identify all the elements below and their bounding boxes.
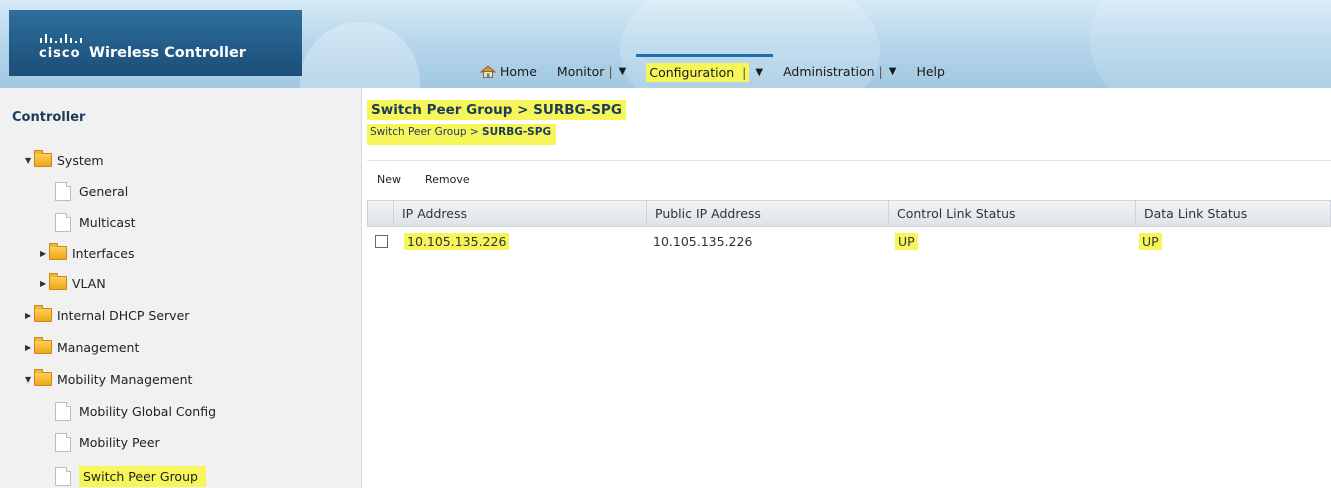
app-title: Wireless Controller xyxy=(89,45,246,61)
sidebar-item-label: Internal DHCP Server xyxy=(57,307,190,323)
grid-toolbar: New Remove xyxy=(367,160,1331,197)
table-row[interactable]: 10.105.135.226 10.105.135.226 UP UP xyxy=(367,230,1331,254)
row-select-checkbox[interactable] xyxy=(375,235,388,248)
sidebar-item-label: General xyxy=(79,183,129,199)
cisco-logo-icon xyxy=(40,27,82,43)
page-icon xyxy=(55,212,71,232)
page-title: Switch Peer Group > SURBG-SPG xyxy=(367,100,626,120)
brand-panel: cisco Wireless Controller xyxy=(9,10,302,76)
sidebar: Controller ▼ System General Multicast ▶ … xyxy=(0,88,362,488)
sidebar-item-label: System xyxy=(57,152,104,168)
nav-separator: | xyxy=(608,63,613,79)
page-icon xyxy=(55,466,71,486)
nav-monitor-label: Monitor xyxy=(556,63,605,79)
data-link-status-value: UP xyxy=(1139,233,1162,250)
nav-monitor[interactable]: Monitor | ▼ xyxy=(547,54,636,88)
sidebar-item-internal-dhcp-server[interactable]: ▶ Internal DHCP Server xyxy=(25,304,189,326)
header-decoration xyxy=(300,22,420,88)
control-link-status-value: UP xyxy=(895,233,918,250)
page-icon xyxy=(55,181,71,201)
nav-administration-label: Administration xyxy=(783,63,875,79)
folder-icon xyxy=(49,243,67,260)
collapsed-triangle-icon[interactable]: ▶ xyxy=(25,311,34,320)
home-icon xyxy=(480,64,496,78)
nav-administration[interactable]: Administration | ▼ xyxy=(773,54,906,88)
sidebar-title: Controller xyxy=(12,110,86,125)
cisco-logo-text: cisco xyxy=(39,46,81,61)
main-content: Switch Peer Group > SURBG-SPG Switch Pee… xyxy=(362,88,1331,488)
sidebar-item-interfaces[interactable]: ▶ Interfaces xyxy=(40,242,134,264)
column-header-control-link-status[interactable]: Control Link Status xyxy=(888,201,1135,227)
sidebar-item-label: Mobility Global Config xyxy=(79,403,217,419)
cell-data-link-status: UP xyxy=(1139,230,1162,254)
sidebar-item-label: Mobility Peer xyxy=(79,434,160,450)
nav-home[interactable]: Home xyxy=(470,54,547,88)
breadcrumb: Switch Peer Group > SURBG-SPG xyxy=(367,124,557,145)
sidebar-item-label: Mobility Management xyxy=(57,371,193,387)
expanded-triangle-icon[interactable]: ▼ xyxy=(25,156,34,165)
chevron-down-icon[interactable]: ▼ xyxy=(889,66,897,77)
column-header-ip-address[interactable]: IP Address xyxy=(393,201,646,227)
sidebar-item-mobility-management[interactable]: ▼ Mobility Management xyxy=(25,368,192,390)
page-icon xyxy=(55,401,71,421)
sidebar-item-switch-peer-group[interactable]: Switch Peer Group xyxy=(55,465,206,487)
nav-configuration[interactable]: Configuration | ▼ xyxy=(636,54,774,88)
breadcrumb-current: SURBG-SPG xyxy=(482,126,552,138)
folder-open-icon xyxy=(34,369,52,386)
new-button[interactable]: New xyxy=(377,173,401,186)
sidebar-item-management[interactable]: ▶ Management xyxy=(25,336,139,358)
sidebar-item-multicast[interactable]: Multicast xyxy=(55,211,136,233)
sidebar-item-vlan[interactable]: ▶ VLAN xyxy=(40,272,106,294)
nav-home-label: Home xyxy=(500,63,537,79)
column-header-public-ip-address[interactable]: Public IP Address xyxy=(646,201,888,227)
sidebar-item-system[interactable]: ▼ System xyxy=(25,149,104,171)
sidebar-item-mobility-global-config[interactable]: Mobility Global Config xyxy=(55,400,216,422)
nav-separator: | xyxy=(742,65,747,80)
expanded-triangle-icon[interactable]: ▼ xyxy=(25,375,34,384)
column-header-data-link-status[interactable]: Data Link Status xyxy=(1135,201,1331,227)
remove-button[interactable]: Remove xyxy=(425,173,470,186)
collapsed-triangle-icon[interactable]: ▶ xyxy=(40,279,49,288)
nav-help-label: Help xyxy=(916,63,945,79)
folder-icon xyxy=(49,273,67,290)
ip-address-value: 10.105.135.226 xyxy=(404,233,510,250)
folder-icon xyxy=(34,305,52,322)
nav-help[interactable]: Help xyxy=(906,54,955,88)
sidebar-item-label: Interfaces xyxy=(72,245,135,261)
cell-control-link-status: UP xyxy=(895,230,918,254)
breadcrumb-parent[interactable]: Switch Peer Group > xyxy=(370,126,482,138)
table-header: IP Address Public IP Address Control Lin… xyxy=(367,200,1331,227)
folder-open-icon xyxy=(34,150,52,167)
sidebar-item-label: VLAN xyxy=(72,275,106,291)
header-decoration xyxy=(1090,0,1331,88)
collapsed-triangle-icon[interactable]: ▶ xyxy=(25,343,34,352)
chevron-down-icon[interactable]: ▼ xyxy=(619,66,627,77)
folder-icon xyxy=(34,337,52,354)
sidebar-item-mobility-peer[interactable]: Mobility Peer xyxy=(55,431,160,453)
nav-configuration-highlight: Configuration | xyxy=(646,63,750,82)
cell-public-ip-address: 10.105.135.226 xyxy=(653,234,753,249)
collapsed-triangle-icon[interactable]: ▶ xyxy=(40,249,49,258)
nav-configuration-label: Configuration xyxy=(649,65,735,80)
nav-separator: | xyxy=(878,63,883,79)
page-icon xyxy=(55,432,71,452)
chevron-down-icon[interactable]: ▼ xyxy=(755,67,763,78)
sidebar-item-general[interactable]: General xyxy=(55,180,128,202)
sidebar-item-label: Multicast xyxy=(79,214,136,230)
sidebar-item-label: Management xyxy=(57,339,140,355)
sidebar-item-label: Switch Peer Group xyxy=(79,465,206,487)
app-header: cisco Wireless Controller Home Monitor |… xyxy=(0,0,1331,88)
main-nav: Home Monitor | ▼ Configuration | ▼ Admin… xyxy=(470,54,955,88)
cell-ip-address[interactable]: 10.105.135.226 xyxy=(404,230,510,254)
